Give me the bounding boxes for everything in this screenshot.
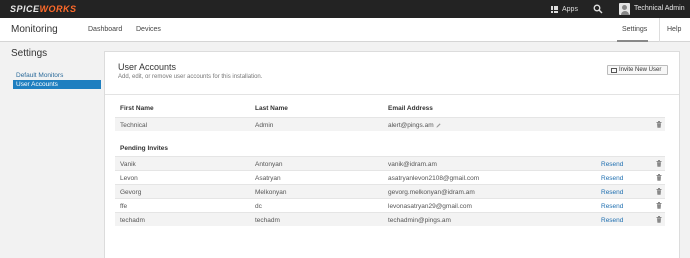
column-header-last-name: Last Name <box>255 105 288 112</box>
sidebar-item-default-monitors[interactable]: Default Monitors <box>14 71 102 80</box>
resend-link[interactable]: Resend <box>601 161 623 168</box>
cell-email: alert@pings.am <box>388 122 441 129</box>
top-bar: SPICEWORKS Apps Technical Admin <box>0 0 690 18</box>
nav-divider <box>659 18 660 42</box>
resend-link[interactable]: Resend <box>601 203 623 210</box>
resend-link[interactable]: Resend <box>601 189 623 196</box>
pending-invite-row: techadm techadm techadmin@pings.am Resend <box>115 212 665 226</box>
pending-invites-heading: Pending Invites <box>120 145 169 152</box>
settings-sidebar: Settings Default Monitors User Accounts <box>0 43 103 258</box>
logo-text-1: SPICE <box>10 4 40 14</box>
app-nav-bar: Monitoring Dashboard Devices Settings He… <box>0 18 690 42</box>
invite-button-label: Invite New User <box>619 67 662 73</box>
user-accounts-panel: User Accounts Add, edit, or remove user … <box>104 51 680 258</box>
apps-label: Apps <box>562 5 578 13</box>
logo-text-2: WORKS <box>39 4 77 14</box>
cell-first-name: ffe <box>120 203 128 210</box>
envelope-icon <box>611 67 617 73</box>
trash-icon[interactable] <box>656 202 662 209</box>
trash-icon[interactable] <box>656 216 662 223</box>
page-subtitle: Add, edit, or remove user accounts for t… <box>118 74 263 80</box>
search-icon[interactable] <box>593 4 603 14</box>
cell-first-name: Gevorg <box>120 189 142 196</box>
user-avatar[interactable] <box>619 3 630 15</box>
email-text: alert@pings.am <box>388 122 434 129</box>
table-row: Technical Admin alert@pings.am <box>115 117 665 131</box>
cell-first-name: Vanik <box>120 161 136 168</box>
cell-email: vanik@idram.am <box>388 161 437 168</box>
cell-email: asatryanlevon2108@gmail.com <box>388 175 480 182</box>
pending-invite-row: Gevorg Melkonyan gevorg.melkonyan@idram.am… <box>115 184 665 198</box>
pending-invite-row: Levon Asatryan asatryanlevon2108@gmail.com… <box>115 170 665 184</box>
user-name-menu[interactable]: Technical Admin <box>634 5 685 12</box>
invite-new-user-button[interactable]: Invite New User <box>607 65 668 75</box>
column-header-email: Email Address <box>388 105 433 112</box>
cell-last-name: dc <box>255 203 262 210</box>
cell-first-name: Levon <box>120 175 138 182</box>
spiceworks-logo[interactable]: SPICEWORKS <box>10 4 77 14</box>
edit-pencil-icon[interactable] <box>436 123 441 128</box>
cell-email: techadmin@pings.am <box>388 217 451 224</box>
page-title: User Accounts <box>118 62 177 72</box>
cell-email: levonasatryan29@gmail.com <box>388 203 472 210</box>
cell-last-name: Admin <box>255 122 274 129</box>
sidebar-title: Settings <box>11 48 48 59</box>
cell-last-name: Melkonyan <box>255 189 287 196</box>
pending-invite-row: Vanik Antonyan vanik@idram.am Resend <box>115 156 665 170</box>
cell-last-name: Antonyan <box>255 161 283 168</box>
cell-last-name: techadm <box>255 217 280 224</box>
resend-link[interactable]: Resend <box>601 175 623 182</box>
apps-grid-icon <box>551 5 558 13</box>
trash-icon[interactable] <box>656 121 662 128</box>
nav-dashboard[interactable]: Dashboard <box>88 26 122 33</box>
resend-link[interactable]: Resend <box>601 217 623 224</box>
apps-menu-button[interactable]: Apps <box>551 4 578 14</box>
cell-last-name: Asatryan <box>255 175 281 182</box>
cell-first-name: techadm <box>120 217 145 224</box>
nav-settings[interactable]: Settings <box>622 26 647 33</box>
column-header-first-name: First Name <box>120 105 154 112</box>
sidebar-item-user-accounts[interactable]: User Accounts <box>13 80 101 89</box>
trash-icon[interactable] <box>656 160 662 167</box>
app-title: Monitoring <box>11 24 58 35</box>
nav-help[interactable]: Help <box>667 26 681 33</box>
trash-icon[interactable] <box>656 174 662 181</box>
trash-icon[interactable] <box>656 188 662 195</box>
active-tab-indicator <box>617 40 648 42</box>
divider <box>105 94 679 95</box>
cell-email: gevorg.melkonyan@idram.am <box>388 189 475 196</box>
pending-invite-row: ffe dc levonasatryan29@gmail.com Resend <box>115 198 665 212</box>
cell-first-name: Technical <box>120 122 148 129</box>
nav-devices[interactable]: Devices <box>136 26 161 33</box>
